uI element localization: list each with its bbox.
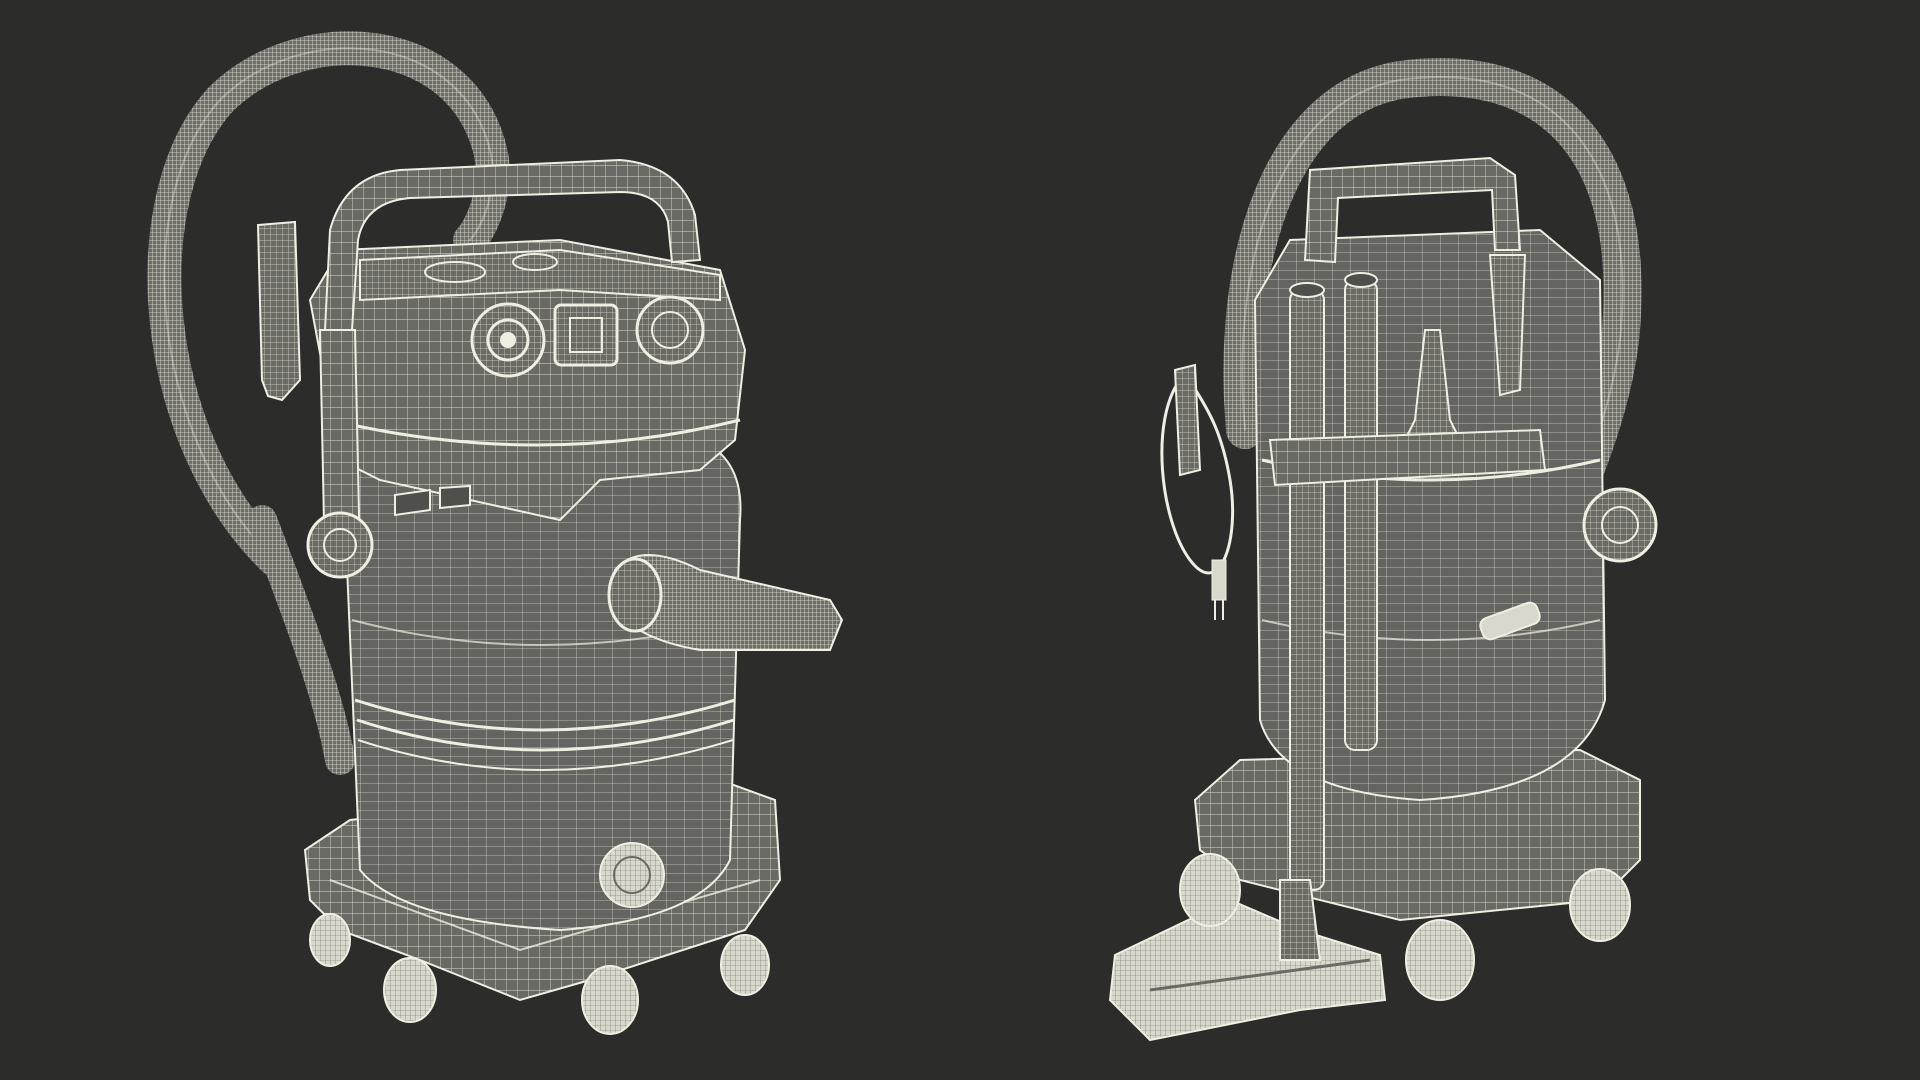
mode-switch [553, 303, 619, 367]
extension-tube-2 [1344, 279, 1378, 751]
render-viewport [0, 0, 1920, 1080]
extension-tube-1 [1289, 289, 1325, 891]
vacuum-back-view [1108, 58, 1658, 1042]
floor-nozzle [1108, 898, 1387, 1042]
wireframe-render [147, 31, 1658, 1042]
vacuum-front-view [147, 31, 844, 1035]
drain-cap [599, 842, 665, 908]
dial-knob [635, 295, 705, 365]
crevice-tool [256, 220, 302, 402]
